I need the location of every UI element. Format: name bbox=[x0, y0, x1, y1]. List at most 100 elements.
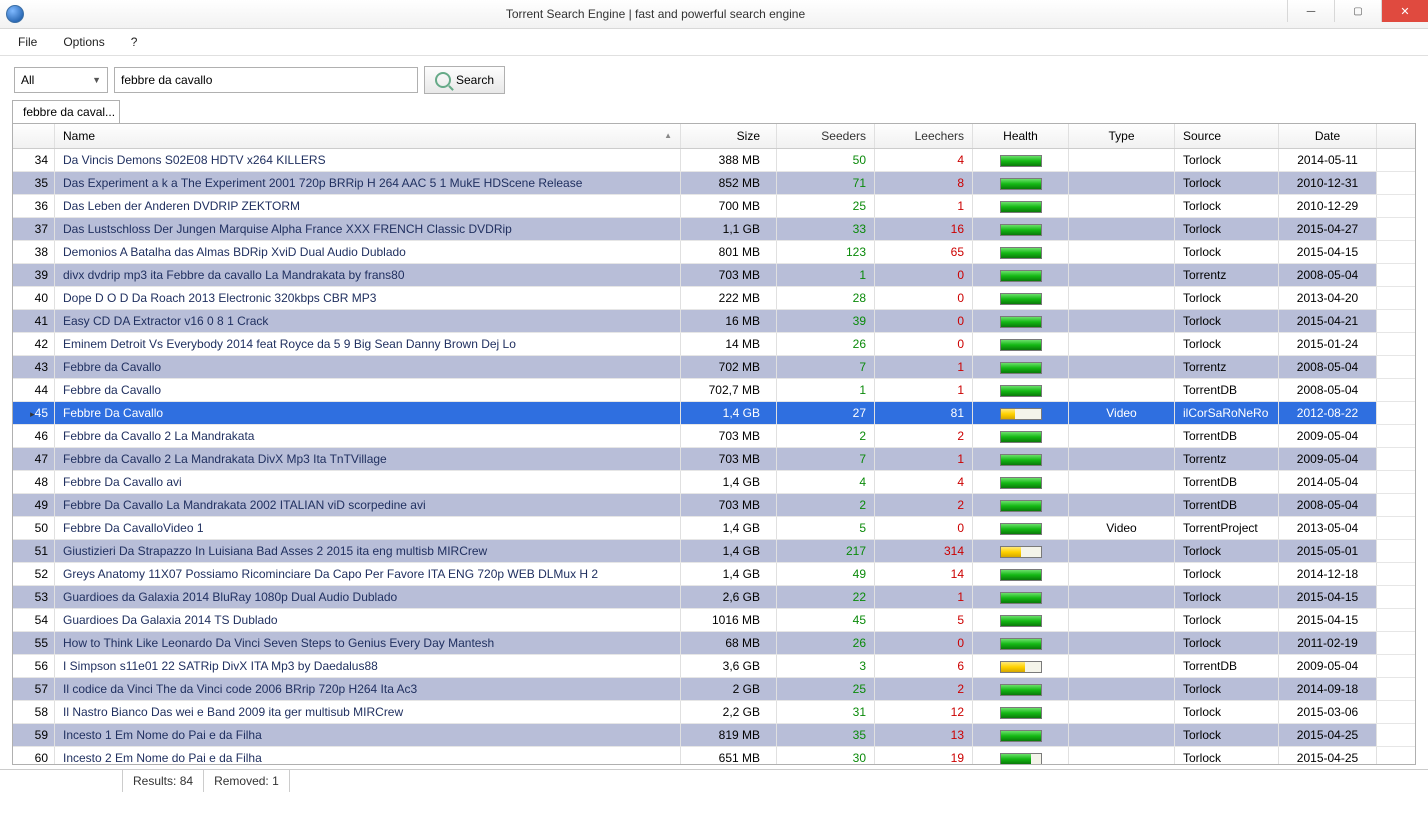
cell-type: Video bbox=[1069, 517, 1175, 539]
table-row[interactable]: 44Febbre da Cavallo702,7 MB11TorrentDB20… bbox=[13, 379, 1415, 402]
table-row[interactable]: 53Guardioes da Galaxia 2014 BluRay 1080p… bbox=[13, 586, 1415, 609]
cell-source: Torlock bbox=[1175, 540, 1279, 562]
category-dropdown[interactable]: All ▼ bbox=[14, 67, 108, 93]
table-row[interactable]: 37Das Lustschloss Der Jungen Marquise Al… bbox=[13, 218, 1415, 241]
minimize-button[interactable] bbox=[1287, 0, 1334, 22]
cell-size: 703 MB bbox=[681, 425, 777, 447]
table-row[interactable]: 46Febbre da Cavallo 2 La Mandrakata703 M… bbox=[13, 425, 1415, 448]
cell-leechers: 1 bbox=[875, 195, 973, 217]
results-tab[interactable]: febbre da caval... bbox=[12, 100, 120, 123]
cell-index: 54 bbox=[13, 609, 55, 631]
table-row[interactable]: 35Das Experiment a k a The Experiment 20… bbox=[13, 172, 1415, 195]
table-row[interactable]: ▸45Febbre Da Cavallo1,4 GB2781VideoilCor… bbox=[13, 402, 1415, 425]
cell-date: 2010-12-31 bbox=[1279, 172, 1377, 194]
col-leechers[interactable]: Leechers bbox=[875, 124, 973, 148]
cell-leechers: 14 bbox=[875, 563, 973, 585]
table-row[interactable]: 52Greys Anatomy 11X07 Possiamo Ricominci… bbox=[13, 563, 1415, 586]
table-row[interactable]: 38Demonios A Batalha das Almas BDRip Xvi… bbox=[13, 241, 1415, 264]
cell-type bbox=[1069, 655, 1175, 677]
cell-type bbox=[1069, 425, 1175, 447]
cell-size: 16 MB bbox=[681, 310, 777, 332]
table-row[interactable]: 50Febbre Da CavalloVideo 11,4 GB50VideoT… bbox=[13, 517, 1415, 540]
cell-leechers: 12 bbox=[875, 701, 973, 723]
table-row[interactable]: 40Dope D O D Da Roach 2013 Electronic 32… bbox=[13, 287, 1415, 310]
cell-source: TorrentDB bbox=[1175, 425, 1279, 447]
cell-leechers: 8 bbox=[875, 172, 973, 194]
table-row[interactable]: 48Febbre Da Cavallo avi1,4 GB44TorrentDB… bbox=[13, 471, 1415, 494]
menu-options[interactable]: Options bbox=[57, 31, 110, 53]
col-date[interactable]: Date bbox=[1279, 124, 1377, 148]
cell-leechers: 65 bbox=[875, 241, 973, 263]
col-source[interactable]: Source bbox=[1175, 124, 1279, 148]
search-button[interactable]: Search bbox=[424, 66, 505, 94]
cell-type: Video bbox=[1069, 402, 1175, 424]
cell-source: Torrentz bbox=[1175, 264, 1279, 286]
cell-name: Febbre Da CavalloVideo 1 bbox=[55, 517, 681, 539]
cell-date: 2015-04-15 bbox=[1279, 241, 1377, 263]
table-row[interactable]: 39divx dvdrip mp3 ita Febbre da cavallo … bbox=[13, 264, 1415, 287]
category-value: All bbox=[21, 73, 34, 87]
cell-date: 2015-04-15 bbox=[1279, 609, 1377, 631]
cell-source: TorrentDB bbox=[1175, 471, 1279, 493]
col-type[interactable]: Type bbox=[1069, 124, 1175, 148]
cell-health bbox=[973, 494, 1069, 516]
cell-index: 53 bbox=[13, 586, 55, 608]
table-row[interactable]: 59Incesto 1 Em Nome do Pai e da Filha819… bbox=[13, 724, 1415, 747]
table-row[interactable]: 41Easy CD DA Extractor v16 0 8 1 Crack16… bbox=[13, 310, 1415, 333]
table-row[interactable]: 47Febbre da Cavallo 2 La Mandrakata DivX… bbox=[13, 448, 1415, 471]
cell-date: 2008-05-04 bbox=[1279, 494, 1377, 516]
table-row[interactable]: 56I Simpson s11e01 22 SATRip DivX ITA Mp… bbox=[13, 655, 1415, 678]
cell-index: 36 bbox=[13, 195, 55, 217]
cell-type bbox=[1069, 172, 1175, 194]
col-health[interactable]: Health bbox=[973, 124, 1069, 148]
table-row[interactable]: 51Giustizieri Da Strapazzo In Luisiana B… bbox=[13, 540, 1415, 563]
table-row[interactable]: 36Das Leben der Anderen DVDRIP ZEKTORM70… bbox=[13, 195, 1415, 218]
cell-seeders: 28 bbox=[777, 287, 875, 309]
cell-date: 2009-05-04 bbox=[1279, 655, 1377, 677]
close-button[interactable] bbox=[1381, 0, 1428, 22]
table-row[interactable]: 42Eminem Detroit Vs Everybody 2014 feat … bbox=[13, 333, 1415, 356]
col-size[interactable]: Size bbox=[681, 124, 777, 148]
menu-help[interactable]: ? bbox=[125, 31, 144, 53]
cell-index: ▸45 bbox=[13, 402, 55, 424]
cell-date: 2015-05-01 bbox=[1279, 540, 1377, 562]
cell-index: 46 bbox=[13, 425, 55, 447]
cell-source: Torlock bbox=[1175, 195, 1279, 217]
table-body[interactable]: 34Da Vincis Demons S02E08 HDTV x264 KILL… bbox=[13, 149, 1415, 765]
cell-date: 2015-04-25 bbox=[1279, 747, 1377, 765]
cell-size: 2 GB bbox=[681, 678, 777, 700]
col-index[interactable] bbox=[13, 124, 55, 148]
cell-health bbox=[973, 448, 1069, 470]
cell-seeders: 39 bbox=[777, 310, 875, 332]
cell-seeders: 123 bbox=[777, 241, 875, 263]
cell-type bbox=[1069, 678, 1175, 700]
cell-seeders: 33 bbox=[777, 218, 875, 240]
table-row[interactable]: 57Il codice da Vinci The da Vinci code 2… bbox=[13, 678, 1415, 701]
table-row[interactable]: 49Febbre Da Cavallo La Mandrakata 2002 I… bbox=[13, 494, 1415, 517]
cell-name: Greys Anatomy 11X07 Possiamo Ricominciar… bbox=[55, 563, 681, 585]
table-row[interactable]: 43Febbre da Cavallo702 MB71Torrentz2008-… bbox=[13, 356, 1415, 379]
col-seeders[interactable]: Seeders bbox=[777, 124, 875, 148]
cell-index: 41 bbox=[13, 310, 55, 332]
cell-leechers: 6 bbox=[875, 655, 973, 677]
cell-name: Febbre da Cavallo 2 La Mandrakata DivX M… bbox=[55, 448, 681, 470]
cell-index: 40 bbox=[13, 287, 55, 309]
col-name[interactable]: Name ▲ bbox=[55, 124, 681, 148]
cell-type bbox=[1069, 310, 1175, 332]
table-row[interactable]: 55How to Think Like Leonardo Da Vinci Se… bbox=[13, 632, 1415, 655]
table-row[interactable]: 58Il Nastro Bianco Das wei e Band 2009 i… bbox=[13, 701, 1415, 724]
cell-type bbox=[1069, 724, 1175, 746]
cell-name: Guardioes da Galaxia 2014 BluRay 1080p D… bbox=[55, 586, 681, 608]
cell-size: 702,7 MB bbox=[681, 379, 777, 401]
search-input[interactable]: febbre da cavallo bbox=[114, 67, 418, 93]
cell-size: 2,2 GB bbox=[681, 701, 777, 723]
table-row[interactable]: 54Guardioes Da Galaxia 2014 TS Dublado10… bbox=[13, 609, 1415, 632]
cell-size: 702 MB bbox=[681, 356, 777, 378]
menu-file[interactable]: File bbox=[12, 31, 43, 53]
table-row[interactable]: 60Incesto 2 Em Nome do Pai e da Filha651… bbox=[13, 747, 1415, 765]
cell-health bbox=[973, 356, 1069, 378]
cell-type bbox=[1069, 448, 1175, 470]
cell-seeders: 30 bbox=[777, 747, 875, 765]
table-row[interactable]: 34Da Vincis Demons S02E08 HDTV x264 KILL… bbox=[13, 149, 1415, 172]
maximize-button[interactable] bbox=[1334, 0, 1381, 22]
